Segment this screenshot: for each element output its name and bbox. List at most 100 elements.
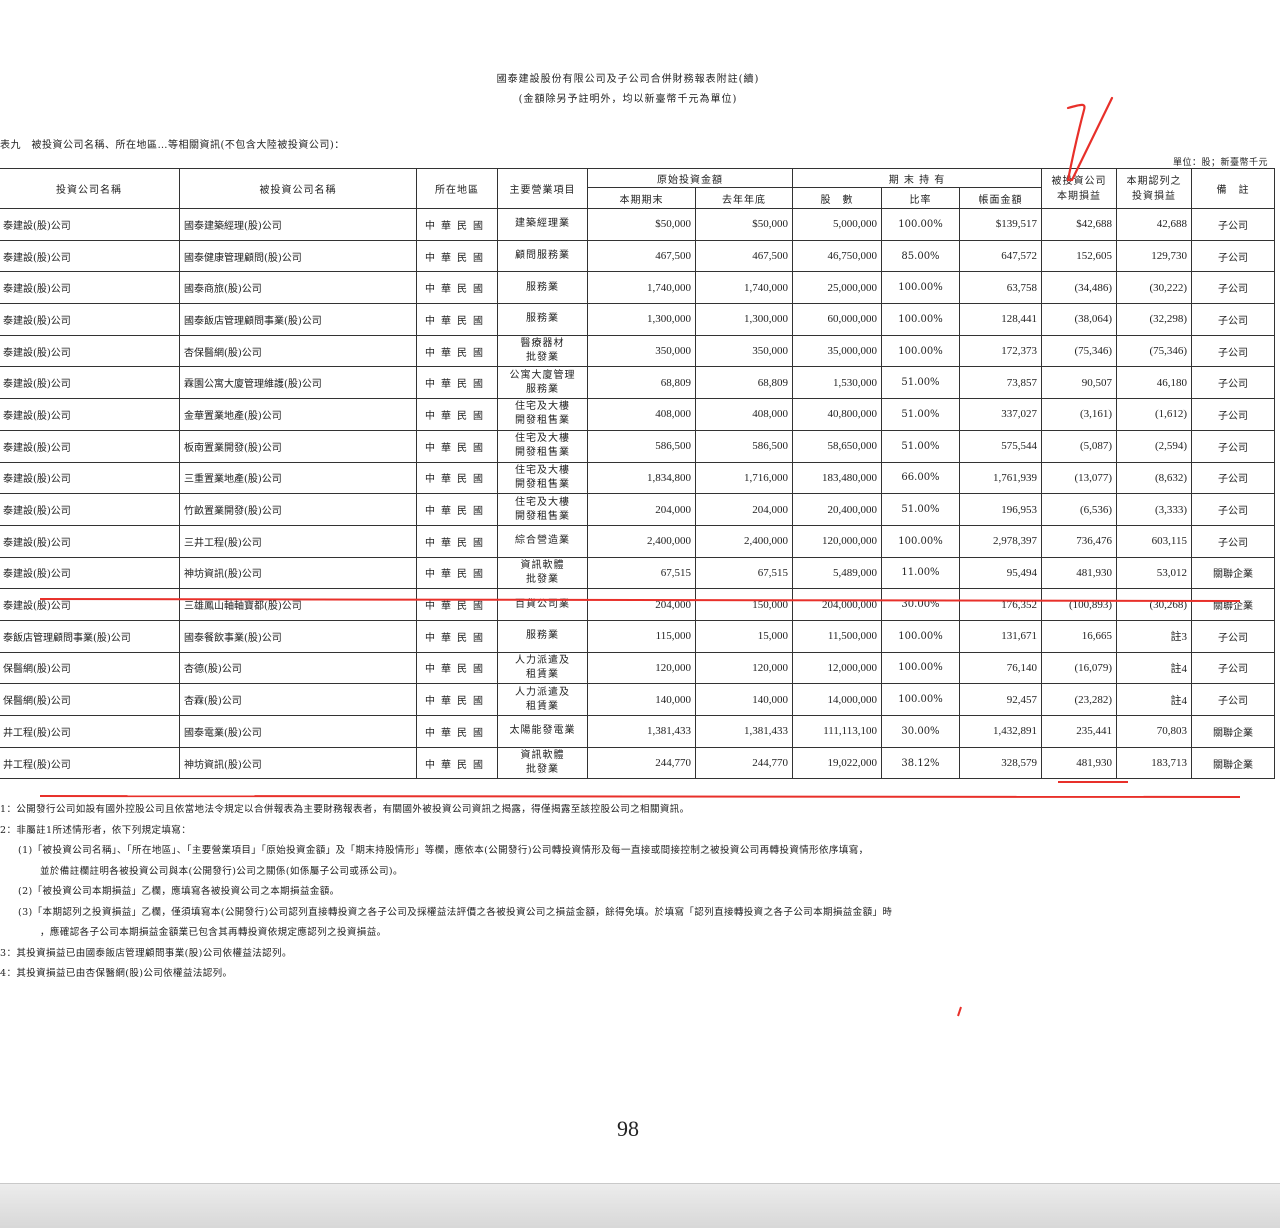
cell-ratio: 100.00% bbox=[881, 524, 960, 558]
note-2: 2：非屬註1所述情形者，依下列規定填寫： bbox=[0, 824, 192, 836]
header-investee: 被投資公司名稱 bbox=[179, 168, 417, 209]
footnotes: 1：公開發行公司如設有國外控股公司且依當地法令規定以合併報表為主要財務報表者，有… bbox=[0, 800, 892, 985]
cell-remark: 子公司 bbox=[1191, 366, 1276, 400]
cell-book-value: 2,978,397 bbox=[958, 524, 1043, 558]
cell-book-value: 196,953 bbox=[958, 493, 1043, 526]
header-orig-prior: 去年年底 bbox=[695, 187, 793, 209]
cell-recognized-pl: 42,688 bbox=[1116, 208, 1193, 241]
cell-business: 顧問服務業 bbox=[497, 239, 588, 273]
cell-ratio: 51.00% bbox=[881, 366, 960, 400]
header-investor: 投資公司名稱 bbox=[0, 168, 180, 209]
cell-orig-prior: 408,000 bbox=[695, 398, 793, 431]
cell-recognized-pl: 註4 bbox=[1116, 683, 1193, 716]
cell-investor: 泰建設(股)公司 bbox=[0, 429, 180, 463]
unit-note: 單位：股；新臺幣千元 bbox=[1172, 158, 1268, 168]
cell-remark: 關聯企業 bbox=[1191, 746, 1276, 780]
cell-business: 公寓大廈管理 服務業 bbox=[497, 366, 588, 400]
cell-investor: 泰建設(股)公司 bbox=[0, 524, 180, 558]
investee-table: 投資公司名稱 被投資公司名稱 所在地區 主要營業項目 原始投資金額 期 末 持 … bbox=[0, 168, 1276, 780]
cell-ratio: 100.00% bbox=[881, 334, 960, 368]
cell-remark: 子公司 bbox=[1191, 651, 1276, 685]
cell-remark: 子公司 bbox=[1191, 524, 1276, 558]
cell-investee: 杏霖(股)公司 bbox=[179, 683, 417, 716]
cell-region: 中華民國 bbox=[416, 271, 498, 305]
cell-recognized-pl: 129,730 bbox=[1116, 239, 1193, 273]
cell-orig-prior: 350,000 bbox=[695, 334, 793, 368]
cell-business: 建築經理業 bbox=[497, 208, 588, 241]
cell-remark: 子公司 bbox=[1191, 429, 1276, 463]
cell-investee-pl: 235,441 bbox=[1041, 715, 1118, 748]
note-1: 1：公開發行公司如設有國外控股公司且依當地法令規定以合併報表為主要財務報表者，有… bbox=[0, 804, 690, 815]
cell-investee-pl: (34,486) bbox=[1041, 271, 1118, 305]
table-row: 保醫網(股)公司 杏德(股)公司 中華民國 人力派遣及 租賃業 120,000 120,00… bbox=[0, 651, 1276, 685]
cell-business: 人力派遣及 租賃業 bbox=[497, 683, 588, 716]
report-title: 國泰建設股份有限公司及子公司合併財務報表附註(續) bbox=[496, 74, 760, 85]
cell-investee: 板南置業開發(股)公司 bbox=[179, 429, 417, 463]
cell-investee-pl: $42,688 bbox=[1041, 208, 1118, 241]
cell-shares: 40,800,000 bbox=[792, 398, 882, 431]
cell-recognized-pl: (30,268) bbox=[1116, 588, 1193, 621]
cell-region: 中華民國 bbox=[416, 493, 498, 526]
cell-orig-current: 1,300,000 bbox=[587, 303, 696, 336]
cell-shares: 58,650,000 bbox=[792, 429, 882, 463]
cell-shares: 25,000,000 bbox=[792, 271, 882, 305]
cell-investor: 泰建設(股)公司 bbox=[0, 588, 180, 621]
cell-business: 住宅及大樓 開發租售業 bbox=[497, 398, 588, 431]
cell-investee: 杏保醫網(股)公司 bbox=[179, 334, 417, 368]
cell-orig-prior: 2,400,000 bbox=[695, 524, 793, 558]
cell-ratio: 100.00% bbox=[881, 683, 960, 716]
cell-investee: 國泰商旅(股)公司 bbox=[179, 271, 417, 305]
table-row: 保醫網(股)公司 杏霖(股)公司 中華民國 人力派遣及 租賃業 140,000 140,00… bbox=[0, 683, 1276, 716]
red-underline-table-end bbox=[39, 795, 1241, 798]
cell-book-value: 1,432,891 bbox=[958, 715, 1043, 748]
table-row: 泰建設(股)公司 國泰建築經理(股)公司 中華民國 建築經理業 $50,000 $50,0… bbox=[0, 208, 1276, 241]
cell-remark: 關聯企業 bbox=[1191, 588, 1276, 621]
cell-shares: 120,000,000 bbox=[792, 524, 882, 558]
cell-region: 中華民國 bbox=[416, 208, 498, 241]
cell-orig-prior: 67,515 bbox=[695, 556, 793, 590]
cell-shares: 14,000,000 bbox=[792, 683, 882, 716]
cell-recognized-pl: (8,632) bbox=[1116, 461, 1193, 495]
cell-shares: 46,750,000 bbox=[792, 239, 882, 273]
cell-orig-current: 1,834,800 bbox=[587, 461, 696, 495]
cell-shares: 1,530,000 bbox=[792, 366, 882, 400]
cell-region: 中華民國 bbox=[416, 715, 498, 748]
cell-shares: 5,489,000 bbox=[792, 556, 882, 590]
cell-investee-pl: (100,893) bbox=[1041, 588, 1118, 621]
cell-recognized-pl: (75,346) bbox=[1116, 334, 1193, 368]
cell-book-value: 76,140 bbox=[958, 651, 1043, 685]
cell-region: 中華民國 bbox=[416, 398, 498, 431]
header-investee-pl: 被投資公司 本期損益 bbox=[1041, 168, 1118, 209]
table-row: 泰建設(股)公司 三重置業地產(股)公司 中華民國 住宅及大樓 開發租售業 1,834,8… bbox=[0, 461, 1276, 495]
cell-recognized-pl: 53,012 bbox=[1116, 556, 1193, 590]
red-stray-mark bbox=[957, 1006, 962, 1017]
cell-region: 中華民國 bbox=[416, 461, 498, 495]
cell-remark: 子公司 bbox=[1191, 208, 1276, 241]
cell-investor: 泰建設(股)公司 bbox=[0, 556, 180, 590]
cell-remark: 子公司 bbox=[1191, 461, 1276, 495]
cell-business: 服務業 bbox=[497, 303, 588, 336]
cell-shares: 204,000,000 bbox=[792, 588, 882, 621]
cell-ratio: 51.00% bbox=[881, 398, 960, 431]
cell-business: 服務業 bbox=[497, 619, 588, 653]
cell-investee: 國泰餐飲事業(股)公司 bbox=[179, 619, 417, 653]
cell-book-value: 328,579 bbox=[958, 746, 1043, 780]
cell-investee-pl: (5,087) bbox=[1041, 429, 1118, 463]
cell-recognized-pl: 註4 bbox=[1116, 651, 1193, 685]
cell-book-value: 63,758 bbox=[958, 271, 1043, 305]
cell-recognized-pl: 603,115 bbox=[1116, 524, 1193, 558]
cell-business: 人力派遣及 租賃業 bbox=[497, 651, 588, 685]
cell-investee-pl: 481,930 bbox=[1041, 746, 1118, 780]
cell-shares: 12,000,000 bbox=[792, 651, 882, 685]
cell-orig-prior: 1,716,000 bbox=[695, 461, 793, 495]
header-original-investment: 原始投資金額 bbox=[587, 168, 793, 188]
note-4: 4：其投資損益已由杏保醫網(股)公司依權益法認列。 bbox=[0, 968, 233, 979]
cell-investor: 泰建設(股)公司 bbox=[0, 271, 180, 305]
cell-recognized-pl: (32,298) bbox=[1116, 303, 1193, 336]
cell-investor: 泰飯店管理顧問事業(股)公司 bbox=[0, 619, 180, 653]
cell-investee-pl: (3,161) bbox=[1041, 398, 1118, 431]
cell-investee-pl: (13,077) bbox=[1041, 461, 1118, 495]
cell-shares: 5,000,000 bbox=[792, 208, 882, 241]
table-body: 泰建設(股)公司 國泰建築經理(股)公司 中華民國 建築經理業 $50,000 $50,0… bbox=[0, 208, 1276, 780]
cell-recognized-pl: (2,594) bbox=[1116, 429, 1193, 463]
